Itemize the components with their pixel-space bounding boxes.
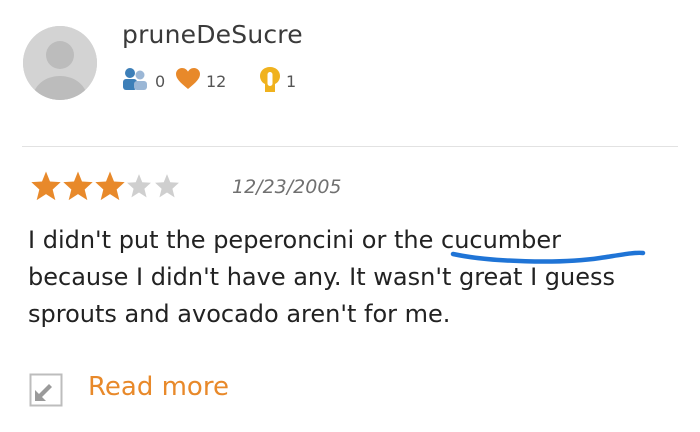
avatar-placeholder-icon	[23, 26, 97, 100]
username[interactable]: pruneDeSucre	[122, 20, 303, 49]
review-card: pruneDeSucre 0 12 1 12/23/2005 I didn't …	[0, 0, 700, 432]
avatar[interactable]	[23, 26, 97, 100]
expand-icon[interactable]	[29, 373, 63, 407]
followers-count: 0	[155, 72, 166, 91]
followers-icon	[123, 68, 147, 90]
read-more-link[interactable]: Read more	[88, 372, 229, 402]
star-filled-icon	[63, 171, 93, 201]
review-date: 12/23/2005	[232, 176, 342, 198]
chef-hat-icon	[260, 67, 280, 92]
reviews-count: 1	[286, 72, 297, 91]
review-text: I didn't put the peperoncini or the cucu…	[28, 226, 615, 328]
favorites-count: 12	[206, 72, 227, 91]
star-empty-icon	[155, 174, 179, 198]
star-empty-icon	[127, 174, 151, 198]
star-filled-icon	[95, 171, 125, 201]
divider	[22, 146, 678, 147]
star-filled-icon	[31, 171, 61, 201]
hand-drawn-underline	[450, 250, 646, 264]
heart-icon	[176, 68, 200, 89]
